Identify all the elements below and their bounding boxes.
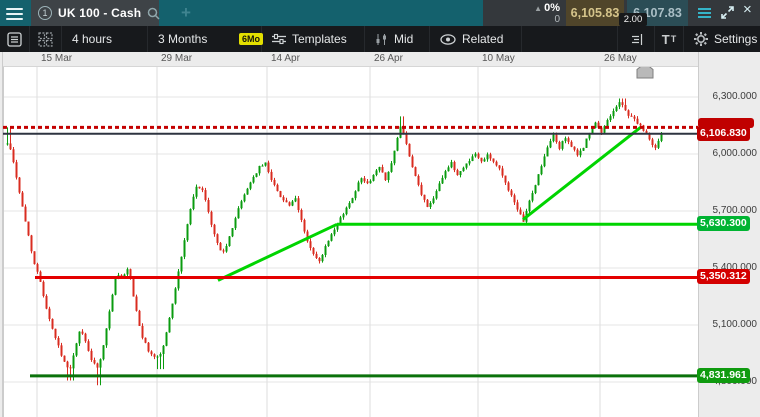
range-badge[interactable]: 6Mo [239, 33, 263, 45]
date-tick: 10 May [482, 53, 515, 64]
date-axis: 15 Mar 29 Mar 14 Apr 26 Apr 10 May 26 May [0, 52, 760, 67]
price-tag-support-red[interactable]: 5,350.312 [697, 269, 750, 285]
price-tick: 5,100.000 [712, 319, 758, 330]
price-axis[interactable]: 6,300.000 6,000.000 5,700.000 5,400.000 5,10… [698, 52, 760, 417]
spread-value: 2.00 [619, 13, 647, 26]
price-tick: 5,700.000 [712, 205, 758, 216]
candlestick-series [6, 98, 663, 386]
date-tick: 26 Apr [374, 53, 403, 64]
trendline-1[interactable] [217, 222, 338, 282]
price-tag-support-green[interactable]: 5,630.300 [697, 216, 750, 232]
date-tick: 29 Mar [161, 53, 193, 64]
date-tick: 26 May [604, 53, 637, 64]
trading-platform-window: 1 UK 100 - Cash + ▲ 0% 0 6,105.83 6,107.8… [0, 0, 760, 417]
price-tick: 6,300.000 [712, 91, 758, 102]
price-tag-current-price[interactable]: 6,106.830 [697, 125, 750, 141]
date-tick: 15 Mar [41, 53, 73, 64]
price-tick: 6,000.000 [712, 148, 758, 159]
price-tag-support-dark-green[interactable]: 4,831.961 [697, 367, 750, 383]
date-tick: 14 Apr [271, 53, 300, 64]
gridlines [3, 67, 698, 417]
chart-left-margin [0, 52, 3, 417]
